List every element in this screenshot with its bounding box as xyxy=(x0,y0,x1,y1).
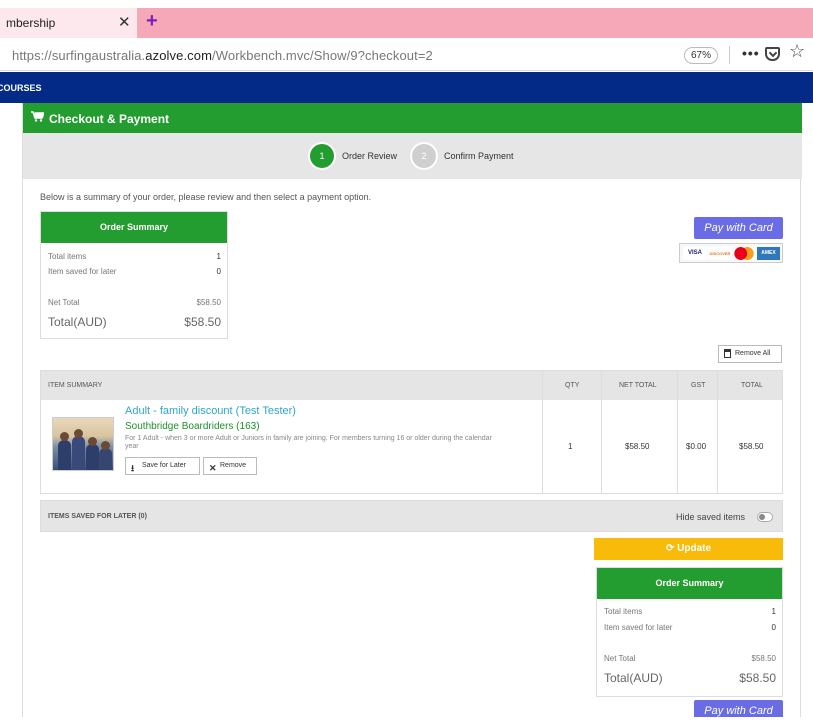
browser-tab[interactable]: mbership ✕ xyxy=(0,8,138,38)
item-qty: 1 xyxy=(568,442,573,451)
step-2-label: Confirm Payment xyxy=(444,151,514,161)
col-divider xyxy=(601,371,602,493)
saved-items-title: ITEMS SAVED FOR LATER (0) xyxy=(48,513,147,520)
pay-with-card-button-bottom[interactable]: Pay with Card xyxy=(694,700,783,717)
order-summary-title: Order Summary xyxy=(597,568,782,599)
save-for-later-label: Save for Later xyxy=(142,462,186,469)
col-gst: GST xyxy=(691,382,706,389)
toolbar-divider xyxy=(729,46,730,64)
order-summary-title: Order Summary xyxy=(41,212,227,243)
url-prefix: https://surfingaustralia. xyxy=(12,48,146,63)
total-label: Total(AUD) xyxy=(604,671,663,685)
col-total: TOTAL xyxy=(741,382,763,389)
remove-all-label: Remove All xyxy=(735,350,771,357)
summary-total-items: Total items 1 xyxy=(604,607,776,616)
panel-title: Checkout & Payment xyxy=(49,112,170,126)
saved-items-label: Item saved for later xyxy=(48,267,117,276)
item-photo xyxy=(52,417,114,471)
amex-icon: AMEX xyxy=(757,247,780,260)
summary-saved-items: Item saved for later 0 xyxy=(48,267,221,276)
pocket-icon[interactable] xyxy=(765,47,780,61)
zoom-badge[interactable]: 67% xyxy=(684,47,718,64)
remove-item-button[interactable]: ✕ Remove xyxy=(203,457,257,475)
update-button[interactable]: ⟳ Update xyxy=(594,538,783,560)
net-total-label: Net Total xyxy=(48,298,80,307)
total-items-label: Total items xyxy=(604,607,643,616)
summary-total-items: Total items 1 xyxy=(48,252,221,261)
total-value: $58.50 xyxy=(739,671,776,685)
summary-total: Total(AUD) $58.50 xyxy=(604,671,776,685)
item-net-total: $58.50 xyxy=(625,442,650,451)
address-bar: https://surfingaustralia.azolve.com/Work… xyxy=(0,38,813,71)
summary-total: Total(AUD) $58.50 xyxy=(48,315,221,329)
visa-icon: VISA xyxy=(683,247,707,260)
summary-net-total: Net Total $58.50 xyxy=(604,654,776,663)
discover-icon: DISCOVER xyxy=(708,247,732,260)
item-description: For 1 Adult - when 3 or more Adult or Ju… xyxy=(125,435,492,450)
nav-item-courses[interactable]: COURSES xyxy=(0,83,42,93)
col-divider xyxy=(677,371,678,493)
remove-all-button[interactable]: Remove All xyxy=(718,345,782,363)
mastercard-icon: MC xyxy=(733,247,755,260)
step-1-label: Order Review xyxy=(342,151,398,161)
new-tab-icon[interactable]: + xyxy=(146,10,158,33)
checkout-steps: 1 Order Review 2 Confirm Payment xyxy=(23,133,802,179)
saved-items-bar: ITEMS SAVED FOR LATER (0) Hide saved ite… xyxy=(40,500,783,532)
intro-text: Below is a summary of your order, please… xyxy=(40,192,372,202)
hide-saved-label: Hide saved items xyxy=(676,512,746,522)
total-items-value: 1 xyxy=(771,607,776,616)
browser-tab-bar: mbership ✕ + xyxy=(0,8,813,38)
bookmark-star-icon[interactable]: ☆ xyxy=(789,41,805,62)
table-header: ITEM SUMMARY QTY NET TOTAL GST TOTAL xyxy=(41,371,782,400)
order-summary: Order Summary Total items 1 Item saved fo… xyxy=(40,211,228,339)
saved-items-value: 0 xyxy=(216,267,221,276)
tab-title: mbership xyxy=(6,16,56,30)
net-total-value: $58.50 xyxy=(751,654,776,663)
save-for-later-button[interactable]: ⭳ Save for Later xyxy=(125,457,200,475)
cart-icon xyxy=(31,111,44,122)
summary-net-total: Net Total $58.50 xyxy=(48,298,221,307)
close-icon: ✕ xyxy=(209,463,217,473)
items-table: ITEM SUMMARY QTY NET TOTAL GST TOTAL xyxy=(40,370,783,494)
item-total: $58.50 xyxy=(739,442,764,451)
net-total-label: Net Total xyxy=(604,654,636,663)
panel-header: Checkout & Payment xyxy=(23,103,802,133)
saved-items-value: 0 xyxy=(771,623,776,632)
pay-with-card-button[interactable]: Pay with Card xyxy=(694,217,783,239)
accepted-cards: VISA DISCOVER MC AMEX xyxy=(679,243,783,263)
col-divider xyxy=(542,371,543,493)
total-items-value: 1 xyxy=(216,252,221,261)
saved-items-label: Item saved for later xyxy=(604,623,673,632)
update-label: Update xyxy=(677,543,712,554)
refresh-icon: ⟳ xyxy=(665,543,675,554)
site-nav: COURSES xyxy=(0,72,813,103)
page-actions-icon[interactable]: ••• xyxy=(742,45,760,61)
col-item-summary: ITEM SUMMARY xyxy=(48,382,103,389)
download-icon: ⭳ xyxy=(131,463,135,473)
url-path: /Workbench.mvc/Show/9?checkout=2 xyxy=(212,48,433,63)
summary-saved-items: Item saved for later 0 xyxy=(604,623,776,632)
net-total-value: $58.50 xyxy=(196,298,221,307)
tab-close-icon[interactable]: ✕ xyxy=(118,13,131,31)
url-field[interactable]: https://surfingaustralia.azolve.com/Work… xyxy=(12,48,433,63)
step-2-badge: 2 xyxy=(412,144,436,168)
total-items-label: Total items xyxy=(48,252,87,261)
total-label: Total(AUD) xyxy=(48,315,107,329)
col-net-total: NET TOTAL xyxy=(619,382,657,389)
item-title-link[interactable]: Adult - family discount (Test Tester) xyxy=(125,405,296,417)
hide-saved-toggle[interactable] xyxy=(757,512,773,522)
col-qty: QTY xyxy=(565,382,580,389)
item-gst: $0.00 xyxy=(686,442,707,451)
item-club: Southbridge Boardriders (163) xyxy=(125,421,260,432)
col-divider xyxy=(717,371,718,493)
trash-icon xyxy=(724,349,731,358)
step-1-badge: 1 xyxy=(310,144,334,168)
order-summary-bottom: Order Summary Total items 1 Item saved fo… xyxy=(596,567,783,697)
total-value: $58.50 xyxy=(184,315,221,329)
url-domain: azolve.com xyxy=(145,48,213,63)
remove-item-label: Remove xyxy=(220,462,247,469)
